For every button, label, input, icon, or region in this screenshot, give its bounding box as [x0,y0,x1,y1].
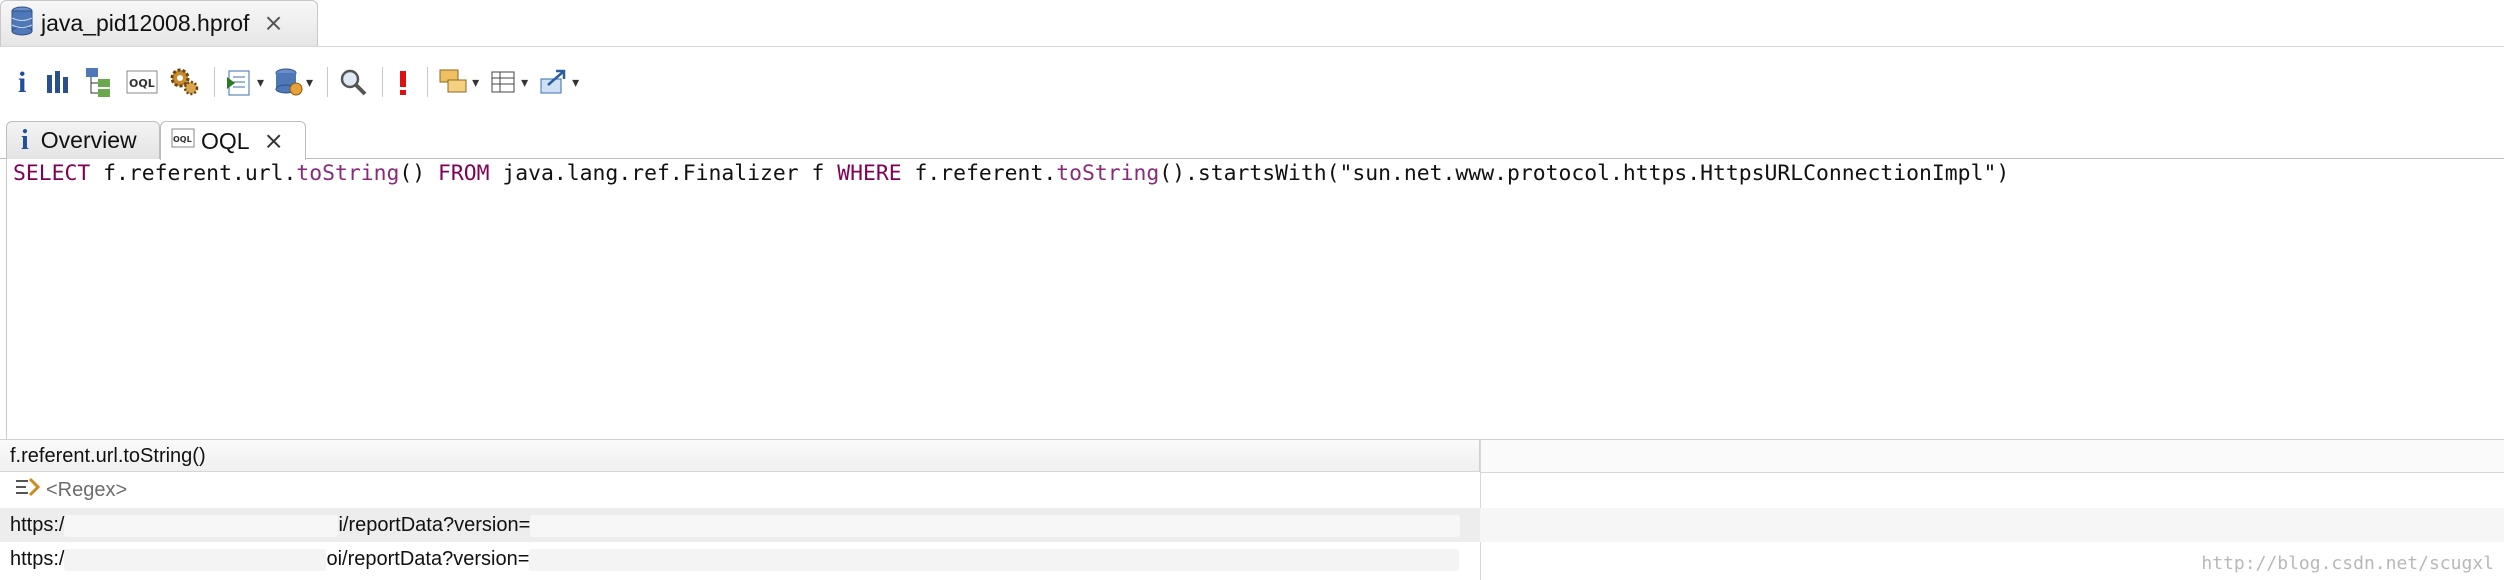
chevron-down-icon[interactable]: ▾ [572,74,579,91]
chevron-down-icon[interactable]: ▾ [521,74,528,91]
info-icon[interactable]: i [14,64,34,100]
search-icon[interactable] [338,64,368,100]
tab-overview[interactable]: i Overview [6,121,160,159]
chevron-down-icon[interactable]: ▾ [306,74,313,91]
dominator-tree-icon[interactable] [84,64,116,100]
filter-icon [14,475,41,506]
query-keyword-select: SELECT [13,161,91,186]
toolbar: i OQL ▾ ▾ ▾ ▾ ▾ [14,62,589,102]
row-filler [1480,508,2504,542]
watermark: http://blog.csdn.net/scugxl [2201,553,2494,574]
url-prefix: https:/ [10,514,65,536]
table-row[interactable]: https:/ i/reportData?version= [0,508,1480,542]
histogram-icon[interactable] [44,64,74,100]
toolbar-separator [382,67,384,97]
heap-dump-icon[interactable]: ▾ [274,64,313,100]
query-keyword-from: FROM [438,161,490,186]
alert-icon[interactable] [393,64,413,100]
redacted-segment [530,514,1461,537]
svg-text:OQL: OQL [129,77,155,90]
tab-oql[interactable]: OQL OQL ⨯ [160,121,306,160]
query-fragment: ().startsWith("sun.net.www.protocol.http… [1159,161,2010,186]
oql-icon: OQL [171,126,195,156]
toolbar-separator [427,67,429,97]
table-row[interactable]: https:/ oi/reportData?version= [0,542,1480,576]
export-icon[interactable]: ▾ [538,64,579,100]
url-prefix: https:/ [10,548,65,570]
regex-input[interactable]: <Regex> [46,479,127,502]
redacted-segment [64,548,327,571]
url-path: i/reportData?version= [338,514,531,536]
group-icon[interactable]: ▾ [438,64,479,100]
tab-oql-label: OQL [201,127,250,154]
toolbar-separator [214,67,215,97]
svg-text:i: i [18,66,26,98]
editor-tab-title: java_pid12008.hprof [41,10,250,36]
redacted-segment [64,514,339,537]
oql-icon[interactable]: OQL [126,64,158,100]
oql-query-editor[interactable]: SELECT f.referent.url.toString() FROM ja… [6,159,2504,439]
tab-overview-label: Overview [40,127,137,153]
result-column-header[interactable]: f.referent.url.toString() [0,440,1480,472]
heap-dump-file-icon [11,6,33,41]
chevron-down-icon[interactable]: ▾ [472,74,479,91]
url-path: oi/reportData?version= [326,548,530,570]
query-keyword-where: WHERE [837,161,902,186]
divider [0,46,2504,47]
query-fragment: f.referent.url. [90,161,297,186]
toolbar-separator [327,67,329,97]
layout-icon[interactable]: ▾ [489,64,528,100]
header-filler [1481,440,2504,473]
view-tab-bar: i Overview OQL OQL ⨯ [0,117,2504,160]
editor-tab[interactable]: java_pid12008.hprof ⨯ [0,0,318,46]
chevron-down-icon[interactable]: ▾ [257,74,264,91]
redacted-segment [529,548,1460,571]
svg-text:OQL: OQL [173,135,192,144]
info-icon: i [21,124,29,156]
query-fragment: f.referent. [901,161,1057,186]
query-method: toString [296,161,400,186]
query-fragment: java.lang.ref.Finalizer f [489,161,838,186]
query-text[interactable]: SELECT f.referent.url.toString() FROM ja… [13,159,2009,189]
close-icon[interactable]: ⨯ [263,9,283,38]
query-fragment: () [399,161,439,186]
reports-icon[interactable]: ▾ [225,64,264,100]
settings-gears-icon[interactable] [168,64,200,100]
close-icon[interactable]: ⨯ [264,127,284,156]
regex-filter-row[interactable]: <Regex> [0,473,2504,507]
query-method: toString [1056,161,1160,186]
